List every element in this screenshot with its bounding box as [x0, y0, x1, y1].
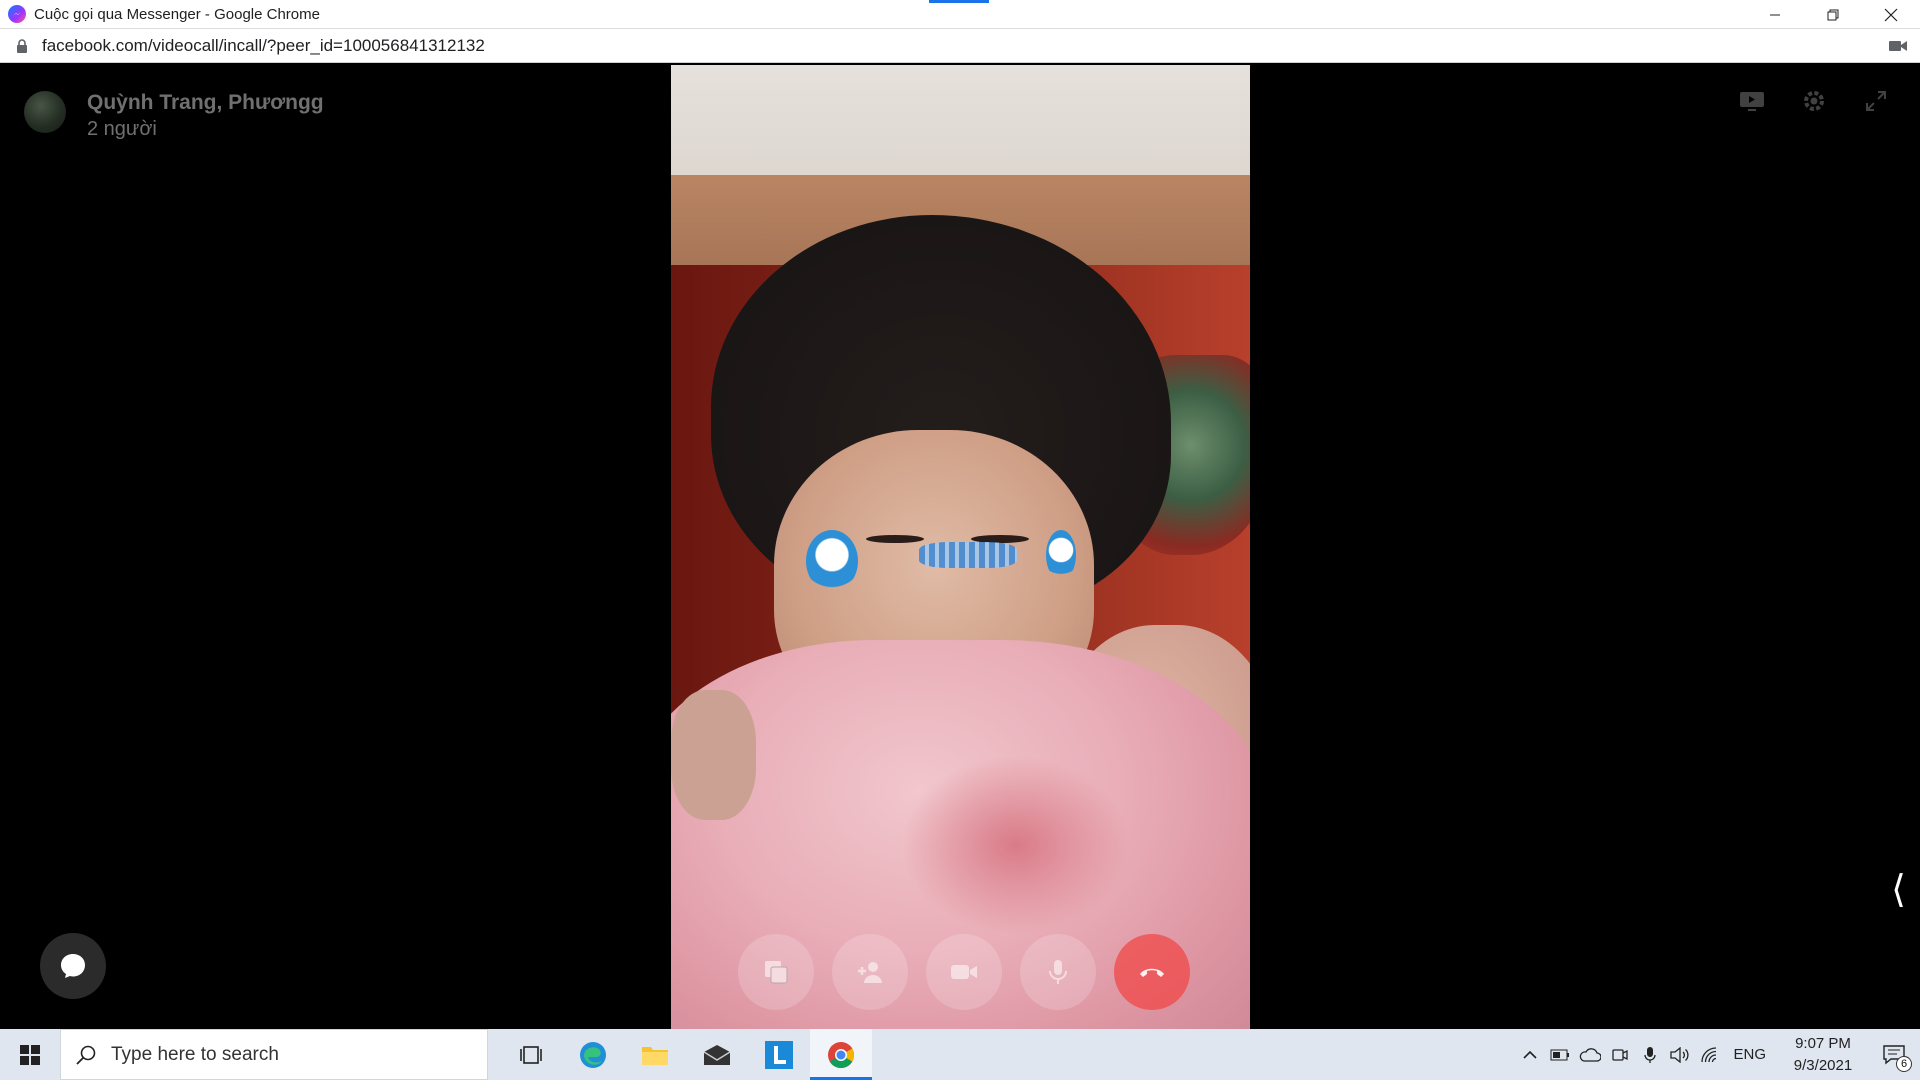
- address-bar[interactable]: facebook.com/videocall/incall/?peer_id=1…: [0, 29, 1920, 63]
- chat-bubble-icon: [61, 954, 85, 978]
- minimize-icon: [1770, 14, 1780, 15]
- wifi-icon: [1701, 1046, 1717, 1062]
- end-call-icon: [1140, 968, 1164, 977]
- camera-tray-icon: [1612, 1048, 1629, 1061]
- show-hidden-icons-button[interactable]: [1515, 1029, 1545, 1080]
- microphone-tray-button[interactable]: [1635, 1029, 1665, 1080]
- input-language[interactable]: ENG: [1733, 1046, 1766, 1063]
- url-text[interactable]: facebook.com/videocall/incall/?peer_id=1…: [42, 36, 485, 56]
- microphone-tray-icon: [1644, 1046, 1657, 1063]
- minimize-button[interactable]: [1746, 0, 1804, 29]
- call-header: Quỳnh Trang, Phươngg 2 người: [24, 91, 324, 143]
- speaker-icon: [1670, 1046, 1690, 1063]
- task-view-button[interactable]: [500, 1029, 562, 1080]
- clock-date: 9/3/2021: [1793, 1056, 1853, 1074]
- video-call-area: Quỳnh Trang, Phươngg 2 người ⟨: [0, 63, 1920, 1029]
- side-panel-toggle[interactable]: ⟨: [1891, 869, 1906, 909]
- chevron-up-icon: [1523, 1050, 1538, 1059]
- cloud-icon: [1580, 1047, 1602, 1062]
- l-app-icon: [765, 1040, 793, 1069]
- window-titlebar: Cuộc gọi qua Messenger - Google Chrome: [0, 0, 1920, 29]
- start-button[interactable]: [0, 1029, 60, 1080]
- l-app-button[interactable]: [748, 1029, 810, 1080]
- doraemon-sticker: [1046, 530, 1076, 580]
- task-view-icon: [520, 1045, 542, 1064]
- add-person-icon: [858, 962, 882, 983]
- camera-tray-button[interactable]: [1605, 1029, 1635, 1080]
- add-person-button[interactable]: [832, 934, 908, 1010]
- avatar: [24, 91, 66, 133]
- window-title: Cuộc gọi qua Messenger - Google Chrome: [34, 5, 320, 23]
- lock-icon[interactable]: [16, 38, 28, 53]
- settings-icon: [1804, 91, 1824, 111]
- blush-sticker: [919, 542, 1017, 568]
- volume-button[interactable]: [1665, 1029, 1695, 1080]
- settings-button[interactable]: [1800, 87, 1828, 115]
- end-call-button[interactable]: [1114, 934, 1190, 1010]
- fullscreen-button[interactable]: [1862, 87, 1890, 115]
- battery-button[interactable]: [1545, 1029, 1575, 1080]
- search-icon: [76, 1045, 96, 1065]
- clock-time: 9:07 PM: [1795, 1034, 1851, 1052]
- restore-icon: [1827, 9, 1839, 20]
- chat-button[interactable]: [40, 933, 106, 999]
- battery-icon: [1550, 1049, 1570, 1060]
- screen-share-button[interactable]: [1738, 87, 1766, 115]
- system-tray: ENG 9:07 PM 9/3/2021 6: [1515, 1029, 1920, 1080]
- remote-video: [671, 65, 1250, 1029]
- edge-button[interactable]: [562, 1029, 624, 1080]
- share-screen-button[interactable]: [738, 934, 814, 1010]
- camera-icon: [951, 965, 977, 979]
- file-explorer-icon: [642, 1046, 668, 1065]
- fullscreen-icon: [1866, 91, 1886, 111]
- doraemon-sticker: [806, 530, 858, 592]
- screen-share-icon: [1740, 92, 1764, 111]
- tab-indicator: [929, 0, 989, 3]
- onedrive-button[interactable]: [1575, 1029, 1605, 1080]
- taskbar-search[interactable]: Type here to search: [60, 1029, 488, 1080]
- camera-button[interactable]: [926, 934, 1002, 1010]
- restore-button[interactable]: [1804, 0, 1862, 29]
- chrome-button[interactable]: [810, 1029, 872, 1080]
- close-icon: [1884, 8, 1898, 21]
- notification-center-button[interactable]: 6: [1868, 1029, 1920, 1080]
- mail-button[interactable]: [686, 1029, 748, 1080]
- file-explorer-button[interactable]: [624, 1029, 686, 1080]
- windows-icon: [20, 1044, 40, 1065]
- taskbar: Type here to search ENG 9:07 PM 9/3/2021…: [0, 1029, 1920, 1080]
- microphone-button[interactable]: [1020, 934, 1096, 1010]
- participant-count: 2 người: [87, 118, 157, 140]
- chrome-icon: [828, 1041, 855, 1068]
- share-screen-icon: [765, 961, 788, 984]
- search-placeholder: Type here to search: [111, 1043, 279, 1065]
- camera-in-use-icon[interactable]: [1888, 38, 1908, 54]
- network-button[interactable]: [1695, 1029, 1725, 1080]
- messenger-icon: [8, 5, 26, 23]
- edge-icon: [580, 1041, 606, 1068]
- microphone-icon: [1049, 960, 1067, 984]
- call-title: Quỳnh Trang, Phươngg: [87, 91, 324, 114]
- notification-badge: 6: [1896, 1056, 1912, 1072]
- mail-icon: [703, 1044, 731, 1065]
- clock[interactable]: 9:07 PM 9/3/2021: [1778, 1033, 1868, 1077]
- close-button[interactable]: [1862, 0, 1920, 29]
